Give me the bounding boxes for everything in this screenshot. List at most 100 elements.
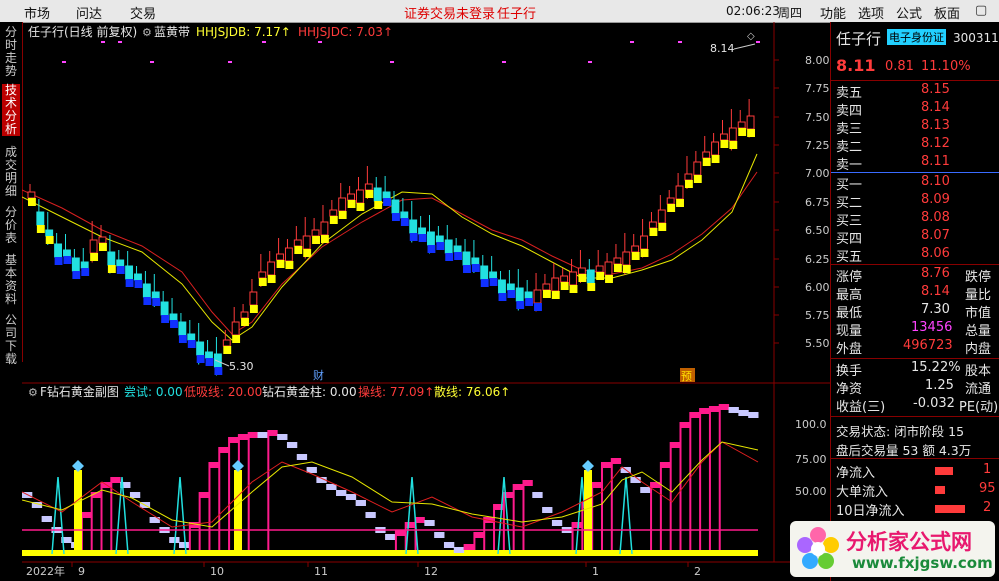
eps-key: 收益(三) (836, 400, 886, 415)
sub-step-stem (140, 508, 142, 550)
menu-layout[interactable]: 板面 (934, 3, 960, 22)
indicator-hhjsjdb: HHJSJDB: 7.17↑ (196, 25, 291, 39)
tab-intraday[interactable]: 分时走势 (2, 26, 20, 78)
flow-key: 10日净流入 (836, 504, 905, 519)
candle-body (222, 339, 231, 347)
sub-step-block (669, 442, 680, 448)
sub-step-block (345, 494, 357, 500)
sub-step-block (296, 454, 308, 460)
band-block (205, 358, 214, 366)
watermark-logo: 分析家公式网 www.fxjgsw.com (790, 521, 995, 577)
menu-wenda[interactable]: 问达 (76, 3, 102, 22)
watermark-title: 分析家公式网 (846, 530, 972, 554)
band-block (187, 340, 196, 348)
candle-body (515, 287, 524, 302)
diamond-icon (72, 460, 84, 472)
band-block (258, 278, 267, 286)
sub-step-block (699, 408, 710, 414)
settings-icon[interactable]: ⚙ (142, 26, 152, 39)
indicator-name[interactable]: 蓝黄带 (154, 25, 190, 39)
sub-step-block (257, 432, 268, 438)
chart-area[interactable]: 任子行(日线 前复权) ⚙ 蓝黄带 HHJSJDB: 7.17↑ HHJSJDC… (22, 22, 830, 581)
band-block (418, 234, 427, 242)
band-block (542, 290, 551, 298)
sub-step-block (277, 434, 288, 440)
sub-step-stem (394, 536, 397, 550)
sub-trial: 尝试: 0.00 (124, 384, 183, 399)
x-tick: 12 (424, 565, 438, 578)
band-block (232, 335, 241, 343)
tab-technical-analysis[interactable]: 技术分析 (2, 84, 20, 136)
candle-body (702, 151, 711, 159)
menu-formula[interactable]: 公式 (896, 3, 922, 22)
tab-price-table[interactable]: 分价表 (2, 206, 20, 246)
stock-name-link[interactable]: 任子行 (497, 3, 536, 22)
tab-company-download[interactable]: 公司下载 (2, 314, 20, 366)
y-tick: 5.50 (805, 337, 830, 350)
band-block (498, 293, 507, 301)
sub-step-stem (375, 533, 377, 550)
menu-market[interactable]: 市场 (24, 3, 50, 22)
subchart-title[interactable]: F钻石黄金副图 (40, 384, 119, 399)
sub-step-block (640, 487, 651, 493)
candle-body (382, 191, 391, 199)
candle-body (666, 197, 675, 205)
stat-value: 8.76 (921, 266, 950, 281)
tab-basic-info[interactable]: 基本资料 (2, 254, 20, 306)
candle-body (293, 239, 302, 247)
sub-step-block (267, 430, 278, 436)
concept-tag[interactable]: 电子身份证 (887, 29, 946, 45)
tab-trade-detail[interactable]: 成交明细 (2, 146, 20, 198)
clock-time: 02:06:23 (726, 4, 780, 18)
sub-step-stem (483, 523, 486, 550)
candle-body (480, 265, 489, 280)
bid-price: 8.07 (921, 228, 950, 243)
candle-body (746, 115, 755, 130)
candle-body (577, 267, 586, 275)
menu-options[interactable]: 选项 (858, 3, 884, 22)
turnover-key: 换手 (836, 364, 863, 379)
sub-step-stem (365, 518, 367, 550)
menu-function[interactable]: 功能 (820, 3, 846, 22)
band-block (170, 320, 178, 328)
menu-trade[interactable]: 交易 (130, 3, 156, 22)
ask-price: 8.14 (921, 100, 950, 115)
sub-scatter: 散线: 76.06↑ (434, 384, 510, 399)
candle-body (409, 219, 418, 234)
band-block (640, 249, 649, 257)
band-block (249, 305, 258, 313)
candle-body (302, 235, 311, 250)
band-block (596, 272, 605, 280)
x-tick: 11 (314, 565, 328, 578)
band-block (676, 199, 684, 207)
diamond-gold-bar (74, 470, 82, 554)
bid-label: 买五 (836, 250, 863, 265)
last-price: 8.11 (836, 56, 876, 75)
band-block (196, 355, 205, 363)
x-tick: 2 (694, 565, 701, 578)
band-block (125, 279, 134, 287)
band-block (45, 236, 54, 244)
turnover-value: 15.22% (911, 360, 961, 375)
window-icon[interactable]: ▢ (975, 3, 987, 18)
subchart-settings-icon[interactable]: ⚙ (28, 386, 38, 399)
band-block (241, 318, 249, 326)
ask-price: 8.11 (921, 154, 950, 169)
candle-body (311, 229, 320, 237)
band-block (445, 253, 454, 261)
stat-value: 496723 (903, 338, 953, 353)
band-block (312, 236, 320, 244)
band-block (534, 303, 542, 311)
band-block (338, 211, 347, 219)
sub-step-block (198, 492, 209, 498)
candle-body (471, 257, 480, 265)
candle-body (524, 291, 533, 299)
high-price-label: 8.14 (710, 42, 735, 55)
candle-body (355, 189, 364, 204)
stat-value: 13456 (911, 320, 953, 335)
ask-price: 8.13 (921, 118, 950, 133)
sub-step-block (728, 407, 739, 413)
sub-step-block (542, 507, 553, 513)
ask-price: 8.12 (921, 136, 950, 151)
login-notice[interactable]: 证券交易未登录 (404, 3, 495, 22)
